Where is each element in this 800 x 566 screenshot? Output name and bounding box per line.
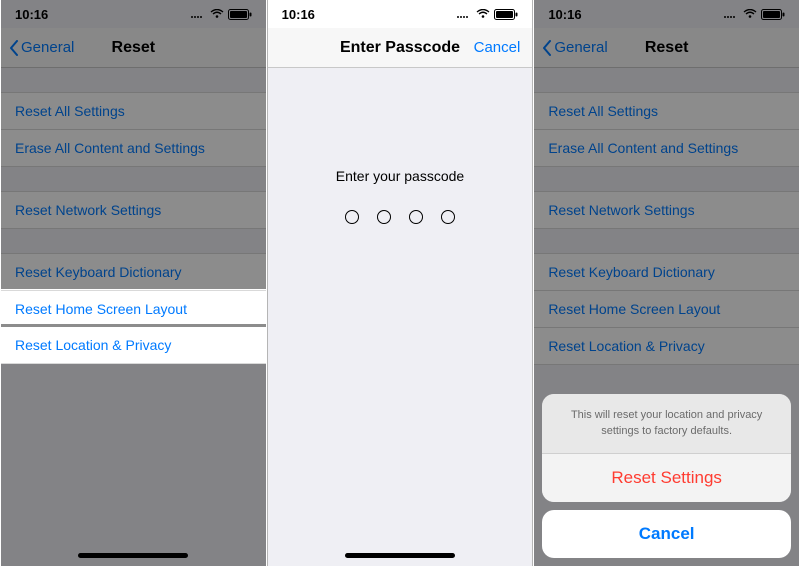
home-indicator: [345, 553, 455, 558]
page-title: Enter Passcode: [340, 39, 460, 57]
status-bar: 10:16: [268, 0, 533, 28]
row-reset-network[interactable]: Reset Network Settings: [534, 191, 799, 229]
row-reset-location-privacy[interactable]: Reset Location & Privacy: [534, 327, 799, 365]
settings-group: Reset All Settings Erase All Content and…: [534, 92, 799, 167]
row-label: Reset Keyboard Dictionary: [15, 264, 182, 280]
status-indicators: [190, 9, 252, 20]
nav-bar: General Reset: [1, 28, 266, 68]
row-label: Erase All Content and Settings: [15, 140, 205, 156]
reset-settings-button[interactable]: Reset Settings: [542, 454, 791, 502]
settings-group: Reset Network Settings: [534, 191, 799, 229]
row-reset-keyboard[interactable]: Reset Keyboard Dictionary: [1, 253, 266, 290]
back-button[interactable]: General: [9, 39, 74, 56]
nav-bar: Enter Passcode Cancel: [268, 28, 533, 68]
row-label: Reset Home Screen Layout: [548, 301, 720, 317]
nav-bar: General Reset: [534, 28, 799, 68]
passcode-dot: [377, 210, 391, 224]
wifi-icon: [476, 9, 490, 19]
row-reset-location-privacy[interactable]: Reset Location & Privacy: [1, 327, 266, 364]
row-erase-all[interactable]: Erase All Content and Settings: [1, 129, 266, 167]
row-label: Erase All Content and Settings: [548, 140, 738, 156]
page-title: Reset: [112, 39, 156, 57]
screen-action-sheet: 10:16 General Reset Reset All Settings E…: [533, 0, 800, 566]
passcode-dot: [345, 210, 359, 224]
row-label: Reset Location & Privacy: [548, 338, 704, 354]
row-label: Reset Keyboard Dictionary: [548, 264, 715, 280]
action-sheet: This will reset your location and privac…: [542, 394, 791, 558]
row-reset-home[interactable]: Reset Home Screen Layout: [534, 290, 799, 327]
row-erase-all[interactable]: Erase All Content and Settings: [534, 129, 799, 167]
status-indicators: [456, 9, 518, 20]
row-reset-keyboard[interactable]: Reset Keyboard Dictionary: [534, 253, 799, 290]
passcode-prompt: Enter your passcode: [268, 168, 533, 184]
status-time: 10:16: [282, 7, 315, 22]
cellular-icon: [190, 9, 206, 19]
settings-group: Reset Keyboard Dictionary Reset Home Scr…: [1, 253, 266, 364]
cancel-button[interactable]: Cancel: [474, 39, 521, 56]
battery-icon: [494, 9, 518, 20]
cellular-icon: [456, 9, 472, 19]
status-time: 10:16: [15, 7, 48, 22]
row-label: Reset All Settings: [15, 103, 125, 119]
row-label: Reset Network Settings: [548, 202, 694, 218]
row-label: Reset Location & Privacy: [15, 337, 171, 353]
action-sheet-card: This will reset your location and privac…: [542, 394, 791, 502]
back-label: General: [21, 39, 74, 56]
cellular-icon: [723, 9, 739, 19]
screen-reset-menu: 10:16 General Reset Reset All Settings E…: [0, 0, 267, 566]
chevron-left-icon: [9, 40, 19, 56]
back-button[interactable]: General: [542, 39, 607, 56]
passcode-dot: [441, 210, 455, 224]
cancel-button[interactable]: Cancel: [542, 510, 791, 558]
settings-group: Reset All Settings Erase All Content and…: [1, 92, 266, 167]
passcode-dot: [409, 210, 423, 224]
back-label: General: [554, 39, 607, 56]
row-label: Reset Home Screen Layout: [15, 301, 187, 317]
row-reset-home[interactable]: Reset Home Screen Layout: [1, 290, 266, 327]
passcode-dots[interactable]: [268, 210, 533, 224]
battery-icon: [761, 9, 785, 20]
status-indicators: [723, 9, 785, 20]
row-reset-network[interactable]: Reset Network Settings: [1, 191, 266, 229]
row-reset-all[interactable]: Reset All Settings: [534, 92, 799, 129]
row-reset-all[interactable]: Reset All Settings: [1, 92, 266, 129]
status-bar: 10:16: [534, 0, 799, 28]
status-time: 10:16: [548, 7, 581, 22]
chevron-left-icon: [542, 40, 552, 56]
settings-group: Reset Network Settings: [1, 191, 266, 229]
status-bar: 10:16: [1, 0, 266, 28]
settings-group: Reset Keyboard Dictionary Reset Home Scr…: [534, 253, 799, 365]
page-title: Reset: [645, 39, 689, 57]
screen-passcode: 10:16 Enter Passcode Cancel Enter your p…: [267, 0, 534, 566]
battery-icon: [228, 9, 252, 20]
row-label: Reset Network Settings: [15, 202, 161, 218]
passcode-area: Enter your passcode: [268, 168, 533, 224]
row-label: Reset All Settings: [548, 103, 658, 119]
action-sheet-message: This will reset your location and privac…: [542, 394, 791, 454]
wifi-icon: [743, 9, 757, 19]
wifi-icon: [210, 9, 224, 19]
home-indicator: [78, 553, 188, 558]
